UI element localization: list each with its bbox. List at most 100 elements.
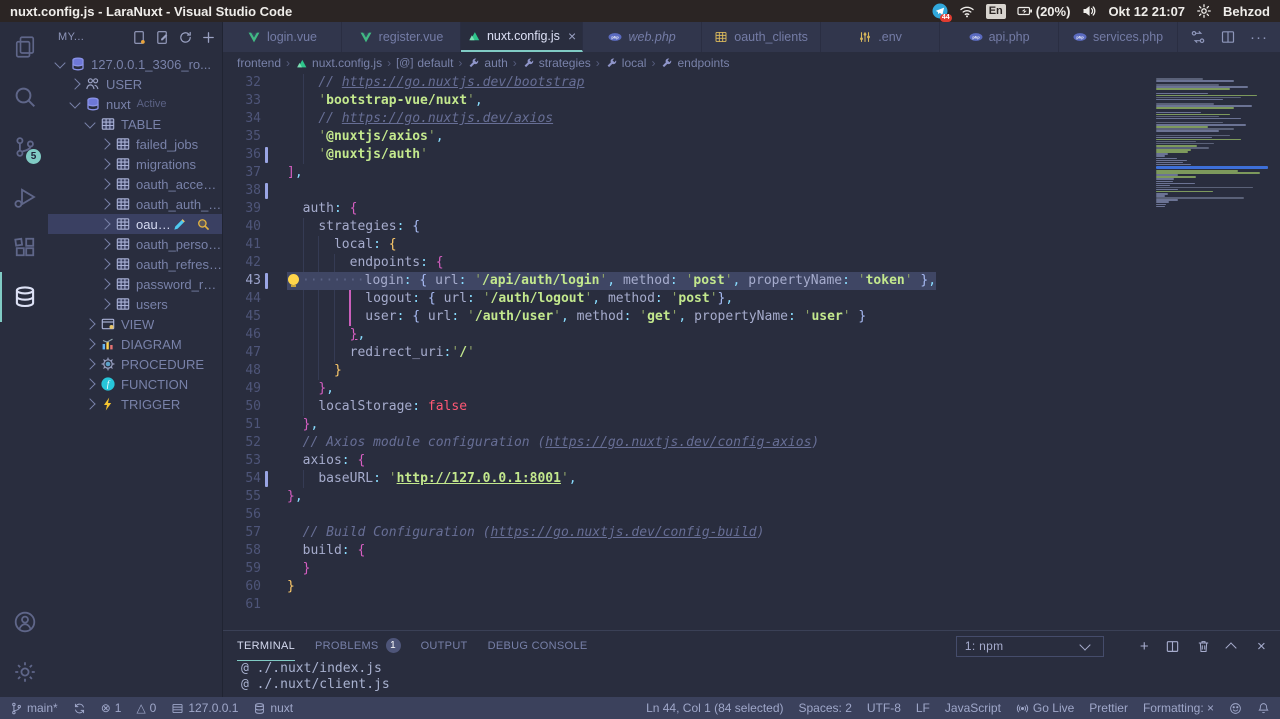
breadcrumb-item-nuxt-config-js[interactable]: nuxt.config.js [295, 56, 382, 70]
pencil-icon[interactable] [172, 217, 187, 232]
code-line[interactable]: 34 // https://go.nuxtjs.dev/axios [223, 110, 1280, 128]
tree-item-table[interactable]: TABLE [48, 114, 222, 134]
code-line[interactable]: 40 strategies: { [223, 218, 1280, 236]
code-line[interactable]: 51 }, [223, 416, 1280, 434]
chevron-right-icon[interactable] [84, 338, 96, 350]
split-editor-icon[interactable] [1220, 29, 1236, 45]
maximize-panel-icon[interactable] [1225, 641, 1237, 654]
database-view-button[interactable] [0, 272, 48, 322]
user-name[interactable]: Behzod [1223, 4, 1270, 19]
code-line[interactable]: 48 } [223, 362, 1280, 380]
code-line[interactable]: 35 '@nuxtjs/axios', [223, 128, 1280, 146]
tab-nuxt-config-js[interactable]: nuxt.config.js × [460, 22, 584, 52]
chevron-right-icon[interactable] [84, 358, 96, 370]
chevron-right-icon[interactable] [99, 158, 111, 170]
breadcrumb-item-local[interactable]: local [605, 56, 646, 70]
status-notifications[interactable] [1257, 702, 1270, 715]
code-line[interactable]: 39 auth: { [223, 200, 1280, 218]
status-language-mode[interactable]: JavaScript [945, 701, 1001, 715]
tab-register-vue[interactable]: register.vue [342, 22, 461, 52]
settings-button[interactable] [0, 647, 48, 697]
code-line[interactable]: 57 // Build Configuration (https://go.nu… [223, 524, 1280, 542]
tree-item-oauth-person[interactable]: oauth_person... [48, 234, 222, 254]
tab-login-vue[interactable]: login.vue [223, 22, 342, 52]
tab-oauth-clients[interactable]: oauth_clients [702, 22, 822, 52]
chevron-right-icon[interactable] [99, 198, 111, 210]
code-line[interactable]: 36 '@nuxtjs/auth' [223, 146, 1280, 164]
terminal-selector[interactable]: 1: npm [955, 635, 1104, 657]
chevron-right-icon[interactable] [99, 278, 111, 290]
code-line[interactable]: 47 redirect_uri:'/' [223, 344, 1280, 362]
code-line[interactable]: 56 [223, 506, 1280, 524]
more-actions-icon[interactable]: ··· [1250, 29, 1268, 46]
explorer-view-button[interactable] [0, 22, 48, 72]
status-encoding[interactable]: UTF-8 [867, 701, 901, 715]
chevron-right-icon[interactable] [99, 138, 111, 150]
chevron-right-icon[interactable] [69, 78, 81, 90]
status-git-branch[interactable]: main* [10, 701, 58, 715]
breadcrumb-item-auth[interactable]: auth [467, 56, 508, 70]
breadcrumb-item-endpoints[interactable]: endpoints [660, 56, 730, 70]
new-terminal-icon[interactable]: + [1140, 639, 1149, 654]
lightbulb-icon[interactable] [288, 274, 299, 287]
code-line[interactable]: 61 [223, 596, 1280, 614]
tree-item-password-res[interactable]: password_res... [48, 274, 222, 294]
code-line[interactable]: 49 }, [223, 380, 1280, 398]
breadcrumb-item-strategies[interactable]: strategies [522, 56, 591, 70]
extensions-view-button[interactable] [0, 222, 48, 272]
status-indentation[interactable]: Spaces: 2 [799, 701, 852, 715]
code-editor[interactable]: 32 // https://go.nuxtjs.dev/bootstrap 33 … [223, 74, 1280, 630]
chevron-right-icon[interactable] [99, 218, 111, 230]
status-prettier[interactable]: Prettier [1089, 701, 1128, 715]
new-file-icon[interactable] [132, 30, 147, 45]
tree-item-nuxt[interactable]: nuxt Active [48, 94, 222, 114]
code-line[interactable]: 60} [223, 578, 1280, 596]
minimap[interactable] [1156, 78, 1268, 208]
code-line[interactable]: 54 baseURL: 'http://127.0.0.1:8001', [223, 470, 1280, 488]
code-line[interactable]: 59 } [223, 560, 1280, 578]
tab-api-php[interactable]: php api.php [940, 22, 1060, 52]
tree-item-view[interactable]: VIEW [48, 314, 222, 334]
chevron-right-icon[interactable] [99, 178, 111, 190]
panel-tab-problems[interactable]: PROBLEMS 1 [315, 631, 401, 661]
tree-item-migrations[interactable]: migrations [48, 154, 222, 174]
panel-tab-terminal[interactable]: TERMINAL [237, 631, 296, 661]
code-line[interactable]: 55}, [223, 488, 1280, 506]
code-line[interactable]: 37], [223, 164, 1280, 182]
split-terminal-icon[interactable] [1165, 639, 1180, 654]
status-git-sync[interactable] [73, 702, 86, 715]
code-line[interactable]: 32 // https://go.nuxtjs.dev/bootstrap [223, 74, 1280, 92]
status-errors[interactable]: ⊗ 1 [101, 701, 122, 715]
code-line[interactable]: 42 endpoints: { [223, 254, 1280, 272]
magnifier-icon[interactable] [196, 217, 211, 232]
tree-item-diagram[interactable]: DIAGRAM [48, 334, 222, 354]
tree-item-function[interactable]: f FUNCTION [48, 374, 222, 394]
status-cursor-position[interactable]: Ln 44, Col 1 (84 selected) [646, 701, 783, 715]
volume-icon[interactable] [1081, 3, 1097, 19]
kill-terminal-icon[interactable] [1196, 639, 1211, 654]
status-feedback[interactable] [1229, 702, 1242, 715]
tree-item-oauth[interactable]: oauth_... [48, 214, 222, 234]
status-go-live[interactable]: Go Live [1016, 701, 1074, 715]
battery-indicator[interactable]: (20%) [1017, 3, 1070, 19]
code-line[interactable]: 46 }, [223, 326, 1280, 344]
status-formatting[interactable]: Formatting: × [1143, 701, 1214, 715]
code-line[interactable]: 52 // Axios module configuration (https:… [223, 434, 1280, 452]
tab--env[interactable]: .env [821, 22, 941, 52]
tree-item-failed-jobs[interactable]: failed_jobs [48, 134, 222, 154]
code-line[interactable]: 45 user: { url: '/auth/user', method: 'g… [223, 308, 1280, 326]
tree-item-127-0-0-1-3306-ro[interactable]: 127.0.0.1_3306_ro... [48, 54, 222, 74]
open-changes-icon[interactable] [1190, 29, 1206, 45]
clock[interactable]: Okt 12 21:07 [1108, 4, 1185, 19]
wifi-icon[interactable] [959, 3, 975, 19]
code-line[interactable]: 43 ········login: { url: '/api/auth/login… [223, 272, 1280, 290]
keyboard-layout-indicator[interactable]: En [985, 3, 1006, 19]
chevron-right-icon[interactable] [84, 378, 96, 390]
chevron-down-icon[interactable] [84, 116, 96, 129]
tree-item-oauth-access[interactable]: oauth_access... [48, 174, 222, 194]
status-db-name[interactable]: nuxt [253, 701, 293, 715]
tree-item-users[interactable]: users [48, 294, 222, 314]
terminal-output[interactable]: @ ./.nuxt/index.js @ ./.nuxt/client.js [223, 661, 1280, 697]
chevron-right-icon[interactable] [99, 298, 111, 310]
close-panel-icon[interactable]: × [1257, 639, 1266, 654]
